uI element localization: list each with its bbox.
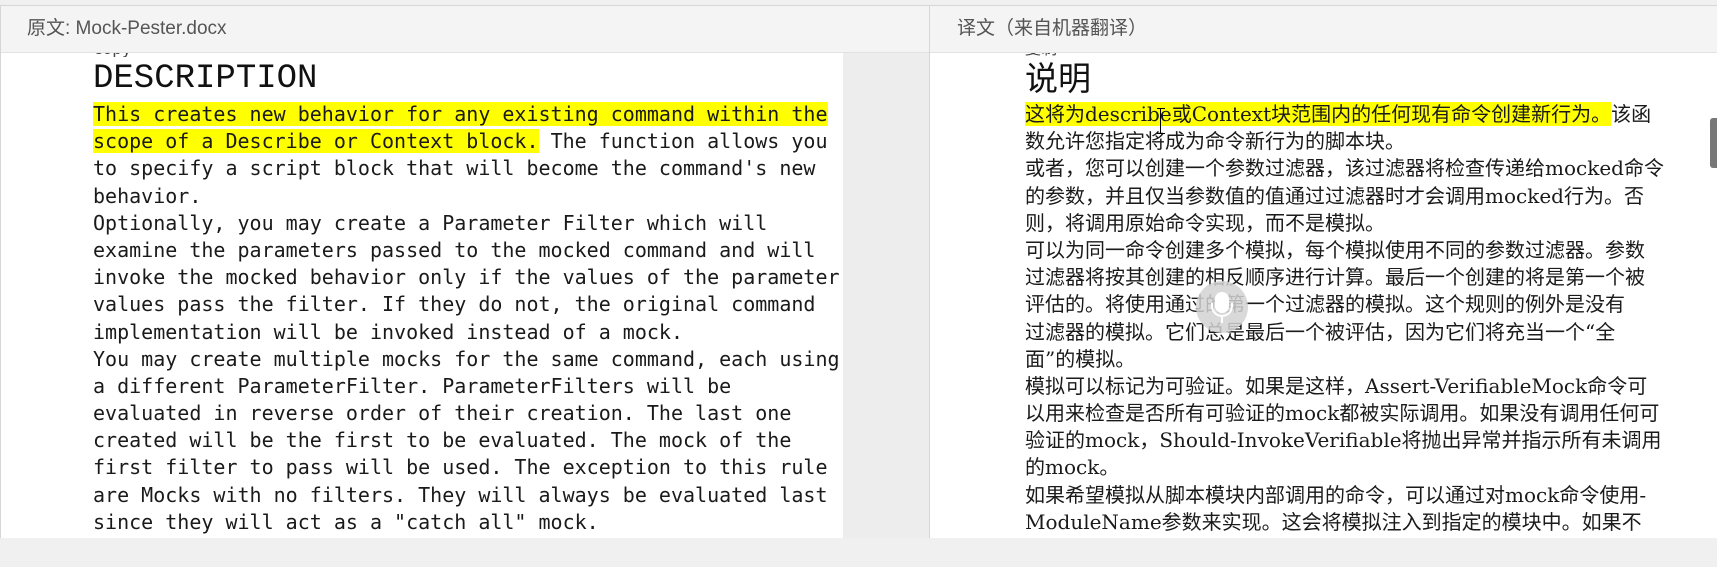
source-line: a different ParameterFilter. ParameterFi… <box>93 373 840 400</box>
source-text: values pass the filter. If they do not, … <box>93 292 816 317</box>
translation-text: 评估的。将使用通过的第一个过滤器的模拟。这个规则的例外是没有 <box>1025 292 1625 317</box>
translation-heading: 说明 <box>1025 59 1091 98</box>
source-text: invoke the mocked behavior only if the v… <box>93 265 840 290</box>
source-line: examine the parameters passed to the moc… <box>93 237 840 264</box>
source-text: first filter to pass will be used. The e… <box>93 455 828 480</box>
translation-text: 数允许您指定将成为命令新行为的脚本块。 <box>1025 129 1405 154</box>
source-pane: 原文: Mock-Pester.docx copy DESCRIPTION Th… <box>0 5 931 539</box>
translation-text: 或者，您可以创建一个参数过滤器，该过滤器将检查传递给mocked命令 <box>1025 156 1664 181</box>
source-text: behavior. <box>93 183 202 208</box>
source-line: evaluated in reverse order of their crea… <box>93 400 840 427</box>
source-text: evaluated in reverse order of their crea… <box>93 401 792 426</box>
source-text: are Mocks with no filters. They will alw… <box>93 482 828 507</box>
translation-pane: 译文（来自机器翻译） 复制 说明 这将为describe或Context块范围内… <box>929 5 1717 539</box>
translation-highlighted-text: 这将为describe或Context块范围内的任何现有命令创建新行为。 <box>1025 102 1612 126</box>
side-panel-tab[interactable] <box>1710 118 1717 168</box>
source-heading: DESCRIPTION <box>93 60 318 98</box>
translation-text: 该函 <box>1611 102 1652 126</box>
translation-line: 则，将调用原始命令实现，而不是模拟。 <box>1025 210 1664 237</box>
translation-text: 过滤器的模拟。它们总是最后一个被评估，因为它们将充当一个“全 <box>1025 319 1616 344</box>
source-text: to specify a script block that will beco… <box>93 156 816 181</box>
translation-document-text[interactable]: 复制 说明 这将为describe或Context块范围内的任何现有命令创建新行… <box>1025 53 1664 536</box>
translation-line: 过滤器将按其创建的相反顺序进行计算。最后一个创建的将是第一个被 <box>1025 264 1664 291</box>
translation-line: 这将为describe或Context块范围内的任何现有命令创建新行为。该函 <box>1025 101 1664 128</box>
source-highlighted-text: This creates new behavior for any existi… <box>93 102 828 126</box>
source-text: examine the parameters passed to the moc… <box>93 237 816 262</box>
source-text: The function allows you <box>538 129 828 154</box>
ibeam-cursor-icon <box>1157 108 1169 134</box>
microphone-stand <box>1211 303 1233 317</box>
source-line: You may create multiple mocks for the sa… <box>93 346 840 373</box>
translation-line: 面”的模拟。 <box>1025 346 1664 373</box>
microphone-icon[interactable] <box>1196 281 1248 333</box>
source-line: since they will act as a "catch all" moc… <box>93 509 840 536</box>
translation-line: 如果希望模拟从脚本模块内部调用的命令，可以通过对mock命令使用- <box>1025 482 1664 509</box>
microphone-base <box>1221 317 1223 323</box>
source-text: a different ParameterFilter. ParameterFi… <box>93 373 732 398</box>
source-pane-header: 原文: Mock-Pester.docx <box>1 6 930 53</box>
translation-line: 模拟可以标记为可验证。如果是这样，Assert-VerifiableMock命令… <box>1025 373 1664 400</box>
translation-text: 则，将调用原始命令实现，而不是模拟。 <box>1025 210 1385 235</box>
source-line: are Mocks with no filters. They will alw… <box>93 482 840 509</box>
translation-line: 过滤器的模拟。它们总是最后一个被评估，因为它们将充当一个“全 <box>1025 319 1664 346</box>
translation-text: 面”的模拟。 <box>1025 346 1136 371</box>
window-bottom-edge <box>0 538 1717 567</box>
source-text: You may create multiple mocks for the sa… <box>93 346 840 371</box>
source-line: behavior. <box>93 183 840 210</box>
source-text: Optionally, you may create a Parameter F… <box>93 210 768 235</box>
translation-text: ModuleName参数来实现。这会将模拟注入到指定的模块中。如果不 <box>1025 509 1642 534</box>
source-line: invoke the mocked behavior only if the v… <box>93 264 840 291</box>
source-text: since they will act as a "catch all" moc… <box>93 509 599 534</box>
translation-line: 以用来检查是否所有可验证的mock都被实际调用。如果没有调用任何可 <box>1025 400 1664 427</box>
translation-line: 的参数，并且仅当参数值的值通过过滤器时才会调用mocked行为。否 <box>1025 183 1664 210</box>
translation-text: 如果希望模拟从脚本模块内部调用的命令，可以通过对mock命令使用- <box>1025 482 1647 507</box>
source-line: values pass the filter. If they do not, … <box>93 291 840 318</box>
source-highlighted-text: scope of a Describe or Context block. <box>93 129 539 154</box>
translation-line: ModuleName参数来实现。这会将模拟注入到指定的模块中。如果不 <box>1025 509 1664 536</box>
translation-line: 或者，您可以创建一个参数过滤器，该过滤器将检查传递给mocked命令 <box>1025 155 1664 182</box>
source-line: implementation will be invoked instead o… <box>93 319 840 346</box>
translation-text: 的参数，并且仅当参数值的值通过过滤器时才会调用mocked行为。否 <box>1025 183 1644 208</box>
source-line: first filter to pass will be used. The e… <box>93 454 840 481</box>
source-line: created will be the first to be evaluate… <box>93 427 840 454</box>
source-line: to specify a script block that will beco… <box>93 155 840 182</box>
source-document-text[interactable]: copy DESCRIPTION This creates new behavi… <box>93 53 840 536</box>
translation-text: 以用来检查是否所有可验证的mock都被实际调用。如果没有调用任何可 <box>1025 401 1660 426</box>
translation-line: 验证的mock，Should-InvokeVerifiable将抛出异常并指示所… <box>1025 427 1664 454</box>
source-page[interactable]: copy DESCRIPTION This creates new behavi… <box>1 53 843 538</box>
source-line: This creates new behavior for any existi… <box>93 101 840 128</box>
translation-text: 验证的mock，Should-InvokeVerifiable将抛出异常并指示所… <box>1025 428 1662 453</box>
translation-pane-header: 译文（来自机器翻译） <box>930 6 1717 53</box>
translation-text: 的mock。 <box>1025 455 1120 480</box>
translation-line: 评估的。将使用通过的第一个过滤器的模拟。这个规则的例外是没有 <box>1025 291 1664 318</box>
translation-line: 可以为同一命令创建多个模拟，每个模拟使用不同的参数过滤器。参数 <box>1025 237 1664 264</box>
translation-text: 模拟可以标记为可验证。如果是这样，Assert-VerifiableMock命令… <box>1025 373 1648 398</box>
source-text: implementation will be invoked instead o… <box>93 319 684 344</box>
translation-line: 数允许您指定将成为命令新行为的脚本块。 <box>1025 128 1664 155</box>
source-line: scope of a Describe or Context block. Th… <box>93 128 840 155</box>
translation-text: 可以为同一命令创建多个模拟，每个模拟使用不同的参数过滤器。参数 <box>1025 237 1645 262</box>
translation-line: 的mock。 <box>1025 454 1664 481</box>
source-text: created will be the first to be evaluate… <box>93 428 792 453</box>
source-line: Optionally, you may create a Parameter F… <box>93 210 840 237</box>
translation-text: 过滤器将按其创建的相反顺序进行计算。最后一个创建的将是第一个被 <box>1025 265 1645 290</box>
translation-page[interactable]: 复制 说明 这将为describe或Context块范围内的任何现有命令创建新行… <box>930 53 1717 538</box>
